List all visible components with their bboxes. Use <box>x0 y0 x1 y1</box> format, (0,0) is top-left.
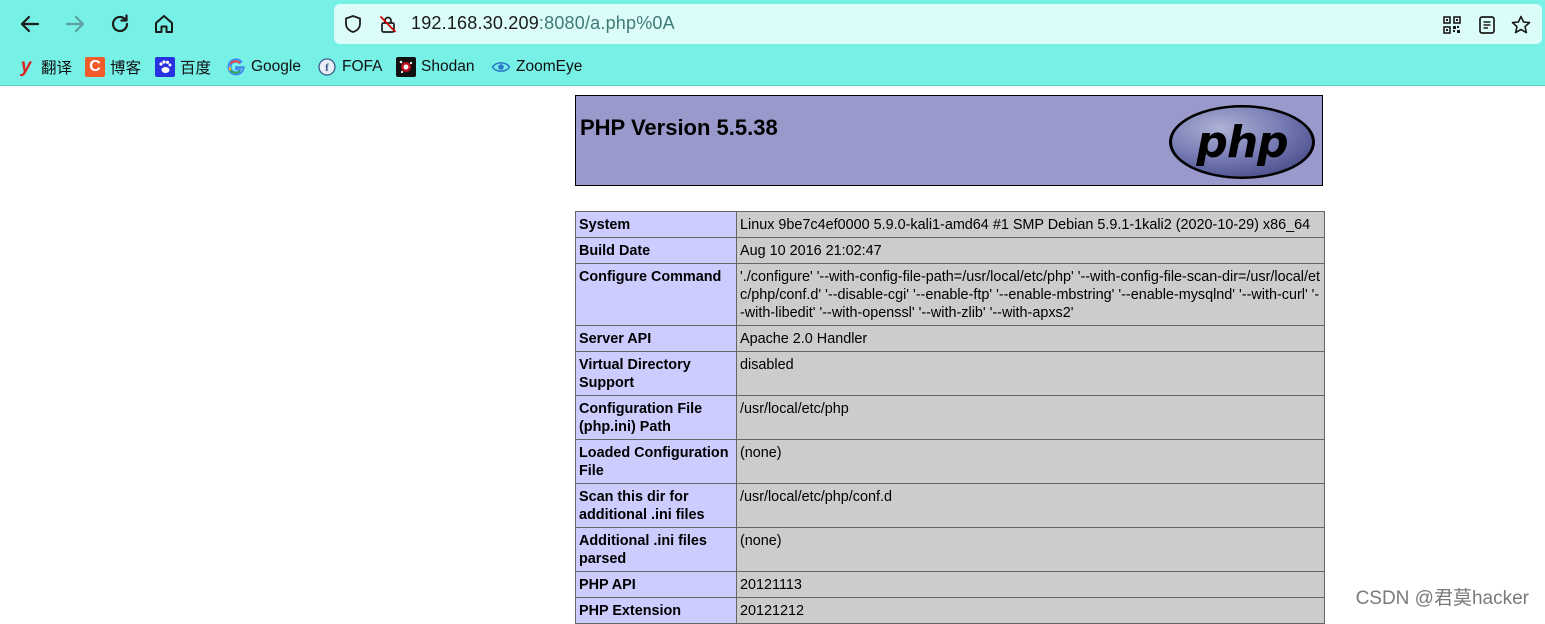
table-row: Build Date Aug 10 2016 21:02:47 <box>575 237 1325 264</box>
bookmark-label: Google <box>251 58 301 75</box>
address-bar[interactable]: 192.168.30.209:8080/a.php%0A <box>334 4 1542 44</box>
bookmark-fofa[interactable]: f FOFA <box>317 56 382 78</box>
table-row: Server API Apache 2.0 Handler <box>575 325 1325 352</box>
row-key: Configuration File (php.ini) Path <box>575 395 737 440</box>
table-row: Virtual Directory Support disabled <box>575 351 1325 396</box>
bookmarks-bar: y 翻译 C 博客 百度 Google f FOFA Shodan ZoomEy… <box>0 52 1545 80</box>
csdn-icon: C <box>85 57 105 77</box>
row-key: PHP API <box>575 571 737 598</box>
bookmark-label: 博客 <box>110 60 142 77</box>
row-value: 20121113 <box>736 571 1325 598</box>
url-path: :8080/a.php%0A <box>538 13 675 33</box>
row-value: Aug 10 2016 21:02:47 <box>736 237 1325 264</box>
php-logo-text: php <box>1195 117 1287 168</box>
row-value: Linux 9be7c4ef0000 5.9.0-kali1-amd64 #1 … <box>736 211 1325 238</box>
zoomeye-icon <box>491 57 511 77</box>
qr-code-icon[interactable] <box>1441 14 1463 36</box>
bookmark-youdao[interactable]: y 翻译 <box>16 56 72 78</box>
bookmark-csdn[interactable]: C 博客 <box>85 56 141 78</box>
youdao-icon: y <box>20 56 32 77</box>
row-key: Additional .ini files parsed <box>575 527 737 572</box>
reload-button[interactable] <box>105 9 135 39</box>
bookmark-star-icon[interactable] <box>1510 14 1532 36</box>
table-row: Additional .ini files parsed (none) <box>575 527 1325 572</box>
row-key: Loaded Configuration File <box>575 439 737 484</box>
php-logo[interactable]: php <box>1167 103 1317 181</box>
page-title: PHP Version 5.5.38 <box>580 115 778 140</box>
table-row: Configure Command './configure' '--with-… <box>575 263 1325 326</box>
bookmark-label: 百度 <box>180 60 212 77</box>
bookmark-label: FOFA <box>342 58 383 75</box>
row-value: disabled <box>736 351 1325 396</box>
csdn-watermark: CSDN @君莫hacker <box>1355 588 1529 609</box>
shodan-icon <box>396 57 416 77</box>
reload-icon <box>111 14 129 33</box>
row-value: 20121212 <box>736 597 1325 624</box>
row-key: Virtual Directory Support <box>575 351 737 396</box>
bookmark-label: ZoomEye <box>516 58 583 75</box>
bookmark-label: 翻译 <box>41 60 73 77</box>
bookmark-zoomeye[interactable]: ZoomEye <box>491 56 582 78</box>
table-row: PHP API 20121113 <box>575 571 1325 598</box>
home-icon <box>155 15 173 33</box>
forward-button[interactable] <box>60 9 90 39</box>
bookmark-baidu[interactable]: 百度 <box>155 56 211 78</box>
table-row: System Linux 9be7c4ef0000 5.9.0-kali1-am… <box>575 211 1325 238</box>
row-value: /usr/local/etc/php <box>736 395 1325 440</box>
row-key: Build Date <box>575 237 737 264</box>
home-button[interactable] <box>149 9 179 39</box>
fofa-icon: f <box>317 57 337 77</box>
insecure-lock-icon[interactable] <box>378 14 398 34</box>
row-value: (none) <box>736 439 1325 484</box>
php-version-header: PHP Version 5.5.38 php <box>575 95 1323 186</box>
row-key: Scan this dir for additional .ini files <box>575 483 737 528</box>
browser-toolbar: 192.168.30.209:8080/a.php%0A y 翻译 C 博客 百… <box>0 0 1545 86</box>
reader-view-icon[interactable] <box>1476 14 1498 36</box>
shield-icon[interactable] <box>343 14 363 34</box>
bookmark-google[interactable]: Google <box>226 56 301 78</box>
url-text[interactable]: 192.168.30.209:8080/a.php%0A <box>411 13 675 34</box>
table-row: Loaded Configuration File (none) <box>575 439 1325 484</box>
bookmark-shodan[interactable]: Shodan <box>396 56 474 78</box>
google-icon <box>226 57 246 77</box>
back-button[interactable] <box>15 9 45 39</box>
table-row: Configuration File (php.ini) Path /usr/l… <box>575 395 1325 440</box>
row-key: Server API <box>575 325 737 352</box>
row-value: Apache 2.0 Handler <box>736 325 1325 352</box>
table-row: Scan this dir for additional .ini files … <box>575 483 1325 528</box>
arrow-left-icon <box>20 15 40 33</box>
row-key: Configure Command <box>575 263 737 326</box>
table-row: PHP Extension 20121212 <box>575 597 1325 624</box>
php-info-table: System Linux 9be7c4ef0000 5.9.0-kali1-am… <box>575 211 1325 624</box>
arrow-right-icon <box>65 15 85 33</box>
url-host: 192.168.30.209 <box>411 13 539 33</box>
row-key: System <box>575 211 737 238</box>
svg-text:f: f <box>325 62 329 74</box>
baidu-icon <box>155 57 175 77</box>
row-value: './configure' '--with-config-file-path=/… <box>736 263 1325 326</box>
bookmark-label: Shodan <box>421 58 475 75</box>
row-key: PHP Extension <box>575 597 737 624</box>
row-value: (none) <box>736 527 1325 572</box>
row-value: /usr/local/etc/php/conf.d <box>736 483 1325 528</box>
